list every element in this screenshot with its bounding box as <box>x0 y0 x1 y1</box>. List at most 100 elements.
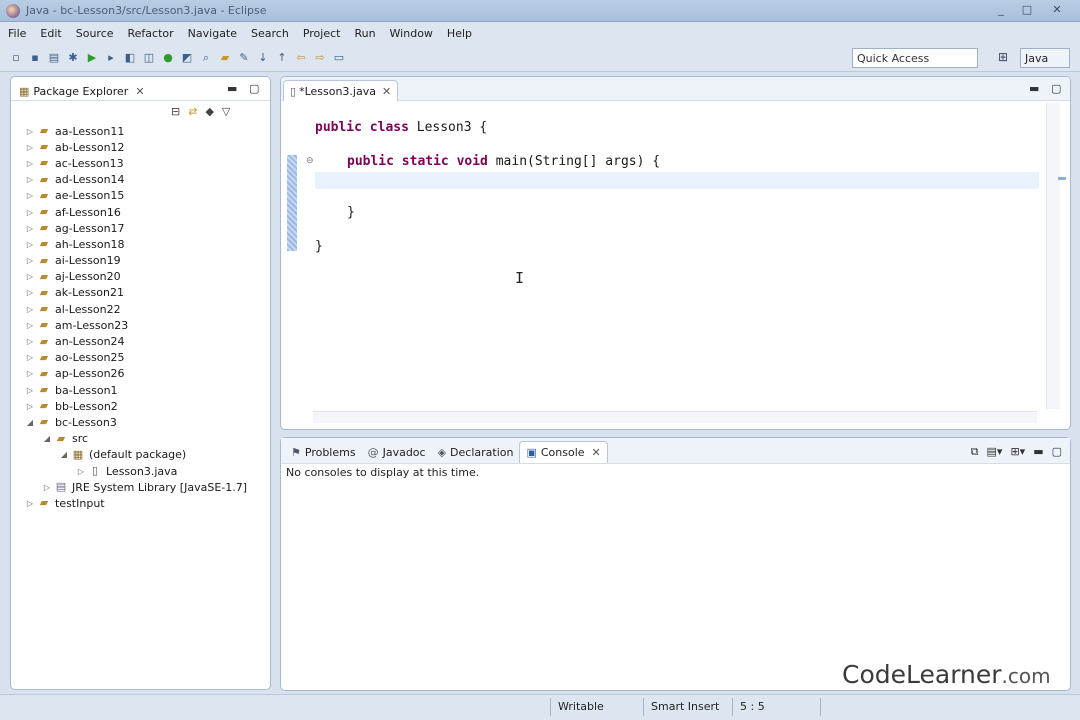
expand-arrow-icon[interactable]: ▷ <box>25 288 35 297</box>
package-explorer-tab[interactable]: ▦ Package Explorer ✕ <box>15 81 149 101</box>
tree-item[interactable]: ▷ ▰ ab-Lesson12 <box>11 139 269 155</box>
menu-navigate[interactable]: Navigate <box>188 27 237 40</box>
tree-item[interactable]: ▷ ▰ an-Lesson24 <box>11 333 269 349</box>
tree-item[interactable]: ▷ ▰ ac-Lesson13 <box>11 155 269 171</box>
collapse-arrow-icon[interactable]: ◢ <box>42 434 52 443</box>
new-icon[interactable]: ▫ <box>8 50 24 66</box>
expand-arrow-icon[interactable]: ▷ <box>42 483 52 492</box>
expand-arrow-icon[interactable]: ▷ <box>25 272 35 281</box>
next-annotation-icon[interactable]: ↓ <box>255 50 271 66</box>
external-tools-icon[interactable]: ▸ <box>103 50 119 66</box>
menu-project[interactable]: Project <box>303 27 341 40</box>
overview-marker[interactable] <box>1058 177 1066 180</box>
pin-editor-icon[interactable]: ▭ <box>331 50 347 66</box>
back-icon[interactable]: ⇦ <box>293 50 309 66</box>
tree-item[interactable]: ▷ ▰ ak-Lesson21 <box>11 285 269 301</box>
tree-item[interactable]: ▷ ▰ ae-Lesson15 <box>11 188 269 204</box>
save-icon[interactable]: ▪ <box>27 50 43 66</box>
menu-help[interactable]: Help <box>447 27 472 40</box>
new-java-project-icon[interactable]: ◧ <box>122 50 138 66</box>
new-console-icon[interactable]: ⊞▾ <box>1010 445 1025 459</box>
tree-item[interactable]: ▷ ▰ ba-Lesson1 <box>11 382 269 398</box>
focus-icon[interactable]: ◆ <box>205 105 213 118</box>
expand-arrow-icon[interactable]: ▷ <box>25 353 35 362</box>
maximize-view-icon[interactable]: ▢ <box>1052 445 1062 459</box>
expand-arrow-icon[interactable]: ▷ <box>25 386 35 395</box>
new-class-icon[interactable]: ● <box>160 50 176 66</box>
maximize-view-icon[interactable]: ▢ <box>1051 82 1061 95</box>
tree-item[interactable]: ▷ ▰ aa-Lesson11 <box>11 123 269 139</box>
tree-item[interactable]: ▷ ▰ ap-Lesson26 <box>11 366 269 382</box>
tree-item[interactable]: ▷ ▰ ad-Lesson14 <box>11 172 269 188</box>
new-package-icon[interactable]: ◫ <box>141 50 157 66</box>
menu-source[interactable]: Source <box>76 27 114 40</box>
open-perspective-icon[interactable]: ⊞ <box>994 50 1012 66</box>
close-icon[interactable]: ✕ <box>592 446 601 459</box>
editor-tab-lesson3[interactable]: ▯ *Lesson3.java ✕ <box>283 80 399 101</box>
fold-toggle-icon[interactable]: ⊖ <box>306 156 314 166</box>
tree-item[interactable]: ▷ ▰ testInput <box>11 495 269 511</box>
expand-arrow-icon[interactable]: ▷ <box>25 305 35 314</box>
print-icon[interactable]: ▤ <box>46 50 62 66</box>
forward-icon[interactable]: ⇨ <box>312 50 328 66</box>
view-menu-icon[interactable]: ▽ <box>222 105 230 118</box>
menu-search[interactable]: Search <box>251 27 289 40</box>
open-type-icon[interactable]: ◩ <box>179 50 195 66</box>
expand-arrow-icon[interactable]: ▷ <box>25 143 35 152</box>
open-console-icon[interactable]: ⧉ <box>971 445 979 459</box>
menu-edit[interactable]: Edit <box>40 27 61 40</box>
collapse-arrow-icon[interactable]: ◢ <box>59 450 69 459</box>
expand-arrow-icon[interactable]: ▷ <box>25 256 35 265</box>
tree-item[interactable]: ▷ ▰ af-Lesson16 <box>11 204 269 220</box>
tree-item[interactable]: ◢ ▰ src <box>11 431 269 447</box>
tab-javadoc[interactable]: @ Javadoc <box>362 441 432 463</box>
expand-arrow-icon[interactable]: ▷ <box>25 321 35 330</box>
expand-arrow-icon[interactable]: ▷ <box>25 402 35 411</box>
java-perspective-button[interactable]: Java <box>1020 48 1070 68</box>
tree-item[interactable]: ▷ ▰ aj-Lesson20 <box>11 269 269 285</box>
link-with-editor-icon[interactable]: ⇄ <box>188 105 197 118</box>
tab-problems[interactable]: ⚑ Problems <box>285 441 362 463</box>
expand-arrow-icon[interactable]: ▷ <box>25 240 35 249</box>
tree-item[interactable]: ▷ ▰ am-Lesson23 <box>11 317 269 333</box>
tree-item[interactable]: ▷ ▰ ah-Lesson18 <box>11 236 269 252</box>
menu-file[interactable]: File <box>8 27 26 40</box>
tree-item[interactable]: ▷ ▰ ag-Lesson17 <box>11 220 269 236</box>
collapse-all-icon[interactable]: ⊟ <box>171 105 180 118</box>
tree-item[interactable]: ▷ ▰ bb-Lesson2 <box>11 398 269 414</box>
maximize-button[interactable]: □ <box>1018 3 1036 17</box>
minimize-view-icon[interactable]: ▬ <box>227 82 237 95</box>
prev-annotation-icon[interactable]: ↑ <box>274 50 290 66</box>
debug-icon[interactable]: ✱ <box>65 50 81 66</box>
menu-window[interactable]: Window <box>390 27 433 40</box>
collapse-arrow-icon[interactable]: ◢ <box>25 418 35 427</box>
tree-item[interactable]: ◢ ▦ (default package) <box>11 447 269 463</box>
tree-item[interactable]: ◢ ▰ bc-Lesson3 <box>11 414 269 430</box>
toggle-mark-icon[interactable]: ✎ <box>236 50 252 66</box>
quick-access-input[interactable]: Quick Access <box>852 48 978 68</box>
horizontal-scrollbar[interactable] <box>313 411 1037 423</box>
vertical-scrollbar[interactable] <box>1046 103 1060 409</box>
expand-arrow-icon[interactable]: ▷ <box>25 337 35 346</box>
expand-arrow-icon[interactable]: ▷ <box>25 224 35 233</box>
display-console-icon[interactable]: ▤▾ <box>987 445 1003 459</box>
tree-item[interactable]: ▷ ▰ ao-Lesson25 <box>11 350 269 366</box>
expand-arrow-icon[interactable]: ▷ <box>25 191 35 200</box>
expand-arrow-icon[interactable]: ▷ <box>25 208 35 217</box>
expand-arrow-icon[interactable]: ▷ <box>76 467 86 476</box>
minimize-button[interactable]: _ <box>992 3 1010 17</box>
expand-arrow-icon[interactable]: ▷ <box>25 175 35 184</box>
maximize-view-icon[interactable]: ▢ <box>249 82 259 95</box>
close-icon[interactable]: ✕ <box>135 85 144 98</box>
close-icon[interactable]: ✕ <box>382 85 391 98</box>
minimize-view-icon[interactable]: ▬ <box>1029 82 1039 95</box>
expand-arrow-icon[interactable]: ▷ <box>25 499 35 508</box>
tree-item[interactable]: ▷ ▯ Lesson3.java <box>11 463 269 479</box>
menu-run[interactable]: Run <box>354 27 375 40</box>
expand-arrow-icon[interactable]: ▷ <box>25 127 35 136</box>
tree-item[interactable]: ▷ ▰ al-Lesson22 <box>11 301 269 317</box>
run-icon[interactable]: ▶ <box>84 50 100 66</box>
menu-refactor[interactable]: Refactor <box>128 27 174 40</box>
expand-arrow-icon[interactable]: ▷ <box>25 369 35 378</box>
close-button[interactable]: ✕ <box>1048 3 1066 17</box>
